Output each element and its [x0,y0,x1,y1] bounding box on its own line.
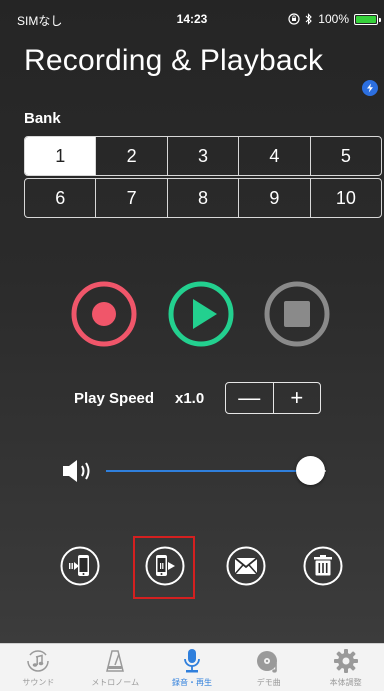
bank-button-1[interactable]: 1 [25,137,97,175]
tab-recording-playback[interactable]: 録音・再生 [154,644,231,691]
record-icon [71,281,137,347]
tab-bar: サウンド メトロノーム 録音・再生 デモ曲 本体調整 [0,643,384,691]
music-note-icon [27,650,50,672]
lightning-icon [367,83,373,93]
bank-button-7[interactable]: 7 [96,179,168,217]
trash-icon [303,546,343,586]
play-icon [168,281,234,347]
tab-label: デモ曲 [256,678,281,687]
bank-button-3[interactable]: 3 [168,137,240,175]
bank-button-2[interactable]: 2 [96,137,168,175]
mail-icon [226,546,266,586]
disc-icon [256,651,277,673]
bank-row-1: 1 2 3 4 5 [24,136,382,176]
tab-metronome[interactable]: メトロノーム [77,644,154,691]
rotation-lock-icon [288,13,300,25]
tab-demo-songs[interactable]: デモ曲 [230,644,307,691]
import-button[interactable] [60,546,100,586]
bank-label: Bank [24,110,61,127]
bank-button-5[interactable]: 5 [311,137,381,175]
speed-increase-button[interactable]: + [274,383,321,413]
selection-highlight [133,536,195,599]
phone-import-icon [60,546,100,586]
bank-button-9[interactable]: 9 [239,179,311,217]
page-title: Recording & Playback [24,44,324,77]
tab-label: サウンド [22,678,55,687]
mail-button[interactable] [226,546,266,586]
play-speed-stepper: — + [225,382,321,414]
status-bar: SIMなし 14:23 100% [0,0,384,40]
tab-device-settings[interactable]: 本体調整 [307,644,384,691]
tab-sound[interactable]: サウンド [0,644,77,691]
tab-label: 録音・再生 [171,678,212,687]
play-speed-label: Play Speed [74,390,155,407]
stop-button[interactable] [263,280,331,348]
bank-button-6[interactable]: 6 [25,179,97,217]
speed-decrease-button[interactable]: — [226,383,274,413]
delete-button[interactable] [303,546,343,586]
stop-icon [264,281,330,347]
bank-row-2: 6 7 8 9 10 [24,178,382,218]
play-button[interactable] [167,280,235,348]
tab-label: メトロノーム [91,678,140,687]
volume-slider-fill [106,470,311,472]
tab-label: 本体調整 [329,678,362,687]
metronome-icon [106,650,125,672]
battery-icon [354,13,381,25]
battery-percent: 100% [318,12,349,26]
app-screen: SIMなし 14:23 100% Recording & Playback Ba… [0,0,384,691]
gear-icon [333,649,358,673]
record-button[interactable] [70,280,138,348]
bank-button-10[interactable]: 10 [311,179,381,217]
microphone-icon [184,649,200,673]
status-right: 100% [288,10,381,28]
status-badge[interactable] [362,80,378,96]
volume-slider[interactable] [106,470,326,472]
bluetooth-icon [305,13,313,25]
bank-button-8[interactable]: 8 [168,179,240,217]
volume-slider-thumb[interactable] [296,456,326,485]
play-speed-value: x1.0 [175,390,205,407]
bank-button-4[interactable]: 4 [239,137,311,175]
speaker-icon [63,460,90,482]
